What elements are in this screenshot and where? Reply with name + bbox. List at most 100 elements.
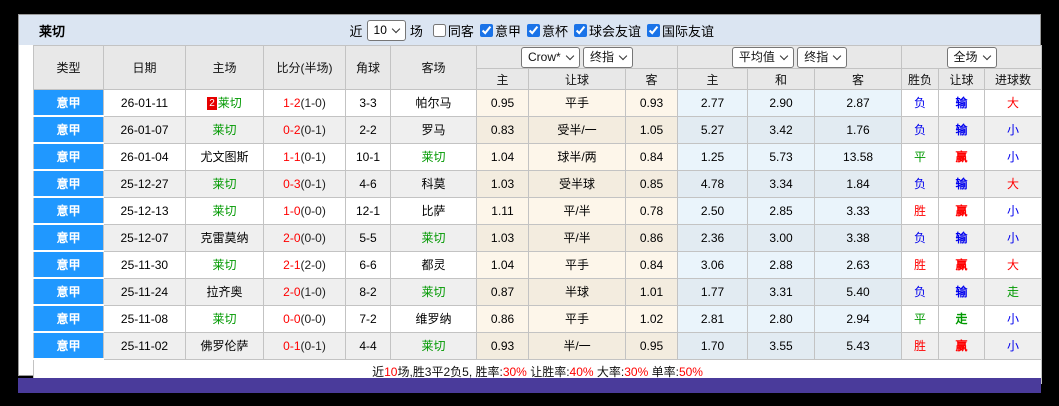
corners-cell: 6-6 <box>346 251 391 278</box>
home-team-cell: 莱切 <box>186 197 264 224</box>
league-cell: 意甲 <box>34 197 104 224</box>
halftime-score: (0-1) <box>301 339 326 353</box>
score-cell: 2-0(1-0) <box>264 278 346 305</box>
checkbox-label: 同客 <box>448 21 474 40</box>
summary-segment: 大率: <box>594 365 625 379</box>
winloss-result-cell: 胜 <box>902 251 939 278</box>
corners-cell: 8-2 <box>346 278 391 305</box>
europe-odds-select[interactable]: 平均值 <box>732 47 794 68</box>
eu-home-odds-cell: 3.06 <box>678 251 748 278</box>
handicap-cell: 平/半 <box>529 224 626 251</box>
score-cell: 0-2(0-1) <box>264 116 346 143</box>
handicap-cell: 平手 <box>529 90 626 117</box>
summary-segment: 10 <box>384 365 397 379</box>
league-cell: 意甲 <box>34 116 104 143</box>
europe-odds-stage-select[interactable]: 终指 <box>797 47 847 68</box>
eu-draw-odds-cell: 2.80 <box>748 305 815 332</box>
winloss-result-cell: 胜 <box>902 197 939 224</box>
goals-result-cell: 小 <box>985 197 1042 224</box>
europe-odds-select-value: 平均值 <box>739 49 775 66</box>
match-row: 意甲25-11-24拉齐奥2-0(1-0)8-2莱切0.87半球1.011.77… <box>34 278 1042 305</box>
filter-checkbox-意杯[interactable]: 意杯 <box>527 21 568 40</box>
away-team-cell: 维罗纳 <box>391 305 477 332</box>
ah-away-odds-cell: 1.02 <box>626 305 678 332</box>
score-cell: 1-2(1-0) <box>264 90 346 117</box>
corners-cell: 4-4 <box>346 332 391 359</box>
match-count-select[interactable]: 10 <box>367 20 406 41</box>
away-team-cell: 莱切 <box>391 278 477 305</box>
handicap-result-cell: 赢 <box>939 251 985 278</box>
eu-draw-odds-cell: 2.90 <box>748 90 815 117</box>
corners-cell: 10-1 <box>346 143 391 170</box>
recent-label: 近 <box>350 21 363 40</box>
checkbox-input[interactable] <box>480 24 493 37</box>
eu-away-odds-cell: 3.38 <box>815 224 902 251</box>
away-team-cell: 莱切 <box>391 332 477 359</box>
match-row: 意甲26-01-04尤文图斯1-1(0-1)10-1莱切1.04球半/两0.84… <box>34 143 1042 170</box>
team-name: 莱切 <box>421 339 445 353</box>
team-name: 莱切 <box>212 177 236 191</box>
handicap-cell: 受半球 <box>529 170 626 197</box>
away-team-cell: 莱切 <box>391 143 477 170</box>
match-row: 意甲25-11-30莱切2-1(2-0)6-6都灵1.04平手0.843.062… <box>34 251 1042 278</box>
filter-checkbox-国际友谊[interactable]: 国际友谊 <box>647 21 714 40</box>
checkbox-input[interactable] <box>574 24 587 37</box>
content-panel: 莱切 近 10 场 同客意甲意杯球会友谊国际友谊 类型 日期 主场 比分(半场)… <box>18 14 1041 376</box>
handicap-result-cell: 输 <box>939 116 985 143</box>
sub-header-winloss: 胜负 <box>902 69 939 90</box>
goals-result-cell: 小 <box>985 332 1042 359</box>
table-body: 意甲26-01-112莱切1-2(1-0)3-3帕尔马0.95平手0.932.7… <box>34 90 1042 360</box>
match-row: 意甲25-12-13莱切1-0(0-0)12-1比萨1.11平/半0.782.5… <box>34 197 1042 224</box>
league-cell: 意甲 <box>34 251 104 278</box>
handicap-result-cell: 赢 <box>939 143 985 170</box>
eu-draw-odds-cell: 3.34 <box>748 170 815 197</box>
league-cell: 意甲 <box>34 90 104 117</box>
eu-home-odds-cell: 1.25 <box>678 143 748 170</box>
matches-table: 类型 日期 主场 比分(半场) 角球 客场 Crow* 终指 平均值 终指 全场 <box>33 45 1042 384</box>
checkbox-label: 球会友谊 <box>589 21 641 40</box>
sub-header-eu-home: 主 <box>678 69 748 90</box>
result-scope-select[interactable]: 全场 <box>947 47 997 68</box>
table-header: 类型 日期 主场 比分(半场) 角球 客场 Crow* 终指 平均值 终指 全场 <box>34 46 1042 90</box>
goals-result-cell: 小 <box>985 116 1042 143</box>
checkbox-input[interactable] <box>433 24 446 37</box>
europe-odds-stage-value: 终指 <box>804 49 828 66</box>
checkbox-label: 意甲 <box>495 21 521 40</box>
winloss-result-cell: 负 <box>902 116 939 143</box>
fulltime-score: 1-2 <box>283 96 300 110</box>
bookmaker-select[interactable]: Crow* <box>521 47 580 68</box>
col-header-home: 主场 <box>186 46 264 90</box>
handicap-result-cell: 走 <box>939 305 985 332</box>
eu-draw-odds-cell: 2.85 <box>748 197 815 224</box>
team-name: 莱切 <box>421 231 445 245</box>
fulltime-score: 0-1 <box>283 339 300 353</box>
checkbox-input[interactable] <box>527 24 540 37</box>
team-name: 科莫 <box>421 177 445 191</box>
corners-cell: 2-2 <box>346 116 391 143</box>
ah-home-odds-cell: 0.93 <box>477 332 529 359</box>
handicap-odds-stage-select[interactable]: 终指 <box>583 47 633 68</box>
team-name: 莱切 <box>421 150 445 164</box>
home-team-cell: 尤文图斯 <box>186 143 264 170</box>
home-team-cell: 佛罗伦萨 <box>186 332 264 359</box>
filter-checkbox-同客[interactable]: 同客 <box>433 21 474 40</box>
goals-result-cell: 大 <box>985 90 1042 117</box>
league-cell: 意甲 <box>34 278 104 305</box>
goals-result-cell: 小 <box>985 143 1042 170</box>
corners-cell: 12-1 <box>346 197 391 224</box>
sub-header-eu-away: 客 <box>815 69 902 90</box>
team-name: 比萨 <box>421 204 445 218</box>
corners-cell: 7-2 <box>346 305 391 332</box>
handicap-odds-stage-value: 终指 <box>590 49 614 66</box>
home-team-cell: 莱切 <box>186 251 264 278</box>
filter-checkbox-球会友谊[interactable]: 球会友谊 <box>574 21 641 40</box>
eu-away-odds-cell: 13.58 <box>815 143 902 170</box>
summary-segment: 30% <box>503 365 527 379</box>
summary-segment: 单率: <box>648 365 679 379</box>
filter-checkbox-意甲[interactable]: 意甲 <box>480 21 521 40</box>
halftime-score: (0-1) <box>301 123 326 137</box>
ah-home-odds-cell: 0.86 <box>477 305 529 332</box>
team-name: 尤文图斯 <box>200 150 248 164</box>
checkbox-input[interactable] <box>647 24 660 37</box>
team-name: 维罗纳 <box>415 312 451 326</box>
